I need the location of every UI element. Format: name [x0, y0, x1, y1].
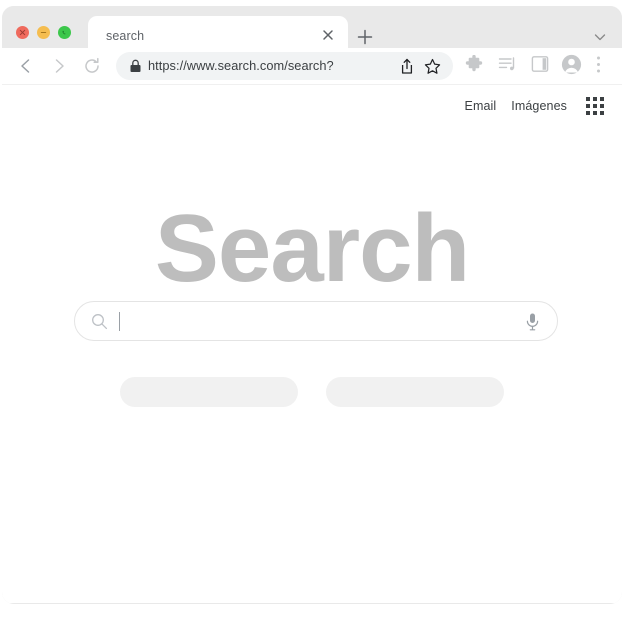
- apps-dot: [600, 97, 604, 101]
- tab-title: search: [106, 29, 145, 43]
- apps-dot: [593, 104, 597, 108]
- search-input[interactable]: [74, 301, 558, 341]
- header-link-imagenes[interactable]: Imágenes: [511, 99, 567, 113]
- three-dot-menu-icon[interactable]: [596, 55, 601, 74]
- search-action-button-2[interactable]: [326, 377, 504, 407]
- lock-icon: [130, 59, 141, 72]
- new-tab-button[interactable]: [356, 28, 374, 46]
- minimize-window-button[interactable]: [37, 26, 50, 39]
- page-logo: Search: [154, 195, 470, 302]
- page-content: Email Imágenes Search: [2, 85, 622, 603]
- tab-list-chevron-down-icon[interactable]: [592, 30, 608, 44]
- apps-dot: [593, 97, 597, 101]
- apps-dot: [586, 97, 590, 101]
- bookmark-star-icon[interactable]: [424, 58, 441, 75]
- apps-dot: [586, 104, 590, 108]
- page-header-nav: Email Imágenes: [465, 97, 604, 115]
- minus-icon: [40, 32, 47, 33]
- apps-dot: [593, 111, 597, 115]
- back-button[interactable]: [16, 56, 36, 76]
- phone-icon: [62, 30, 66, 35]
- account-avatar-icon[interactable]: [561, 54, 582, 75]
- search-action-button-1[interactable]: [120, 377, 298, 407]
- apps-grid-icon[interactable]: [586, 97, 604, 115]
- apps-dot: [600, 111, 604, 115]
- header-link-email[interactable]: Email: [465, 99, 497, 113]
- text-cursor: [119, 312, 120, 331]
- url-text: https://www.search.com/search?: [148, 58, 334, 73]
- microphone-icon[interactable]: [525, 312, 540, 332]
- browser-window: search https://www.search.com/search? Em…: [2, 6, 622, 604]
- share-icon[interactable]: [399, 58, 415, 75]
- address-bar[interactable]: https://www.search.com/search?: [116, 52, 453, 80]
- reload-button[interactable]: [82, 56, 102, 76]
- action-button-row: [2, 377, 622, 407]
- side-panel-icon[interactable]: [531, 55, 549, 73]
- close-window-button[interactable]: [16, 26, 29, 39]
- tab-strip: search: [2, 6, 622, 54]
- magnifier-icon: [92, 314, 108, 330]
- forward-button[interactable]: [49, 56, 69, 76]
- extensions-puzzle-icon[interactable]: [465, 55, 484, 74]
- close-icon: [19, 29, 26, 36]
- maximize-window-button[interactable]: [58, 26, 71, 39]
- window-traffic-lights: [16, 26, 71, 39]
- media-playlist-icon[interactable]: [498, 55, 518, 74]
- browser-toolbar: https://www.search.com/search?: [2, 48, 622, 85]
- apps-dot: [586, 111, 590, 115]
- tab-close-icon[interactable]: [320, 27, 336, 43]
- apps-dot: [600, 104, 604, 108]
